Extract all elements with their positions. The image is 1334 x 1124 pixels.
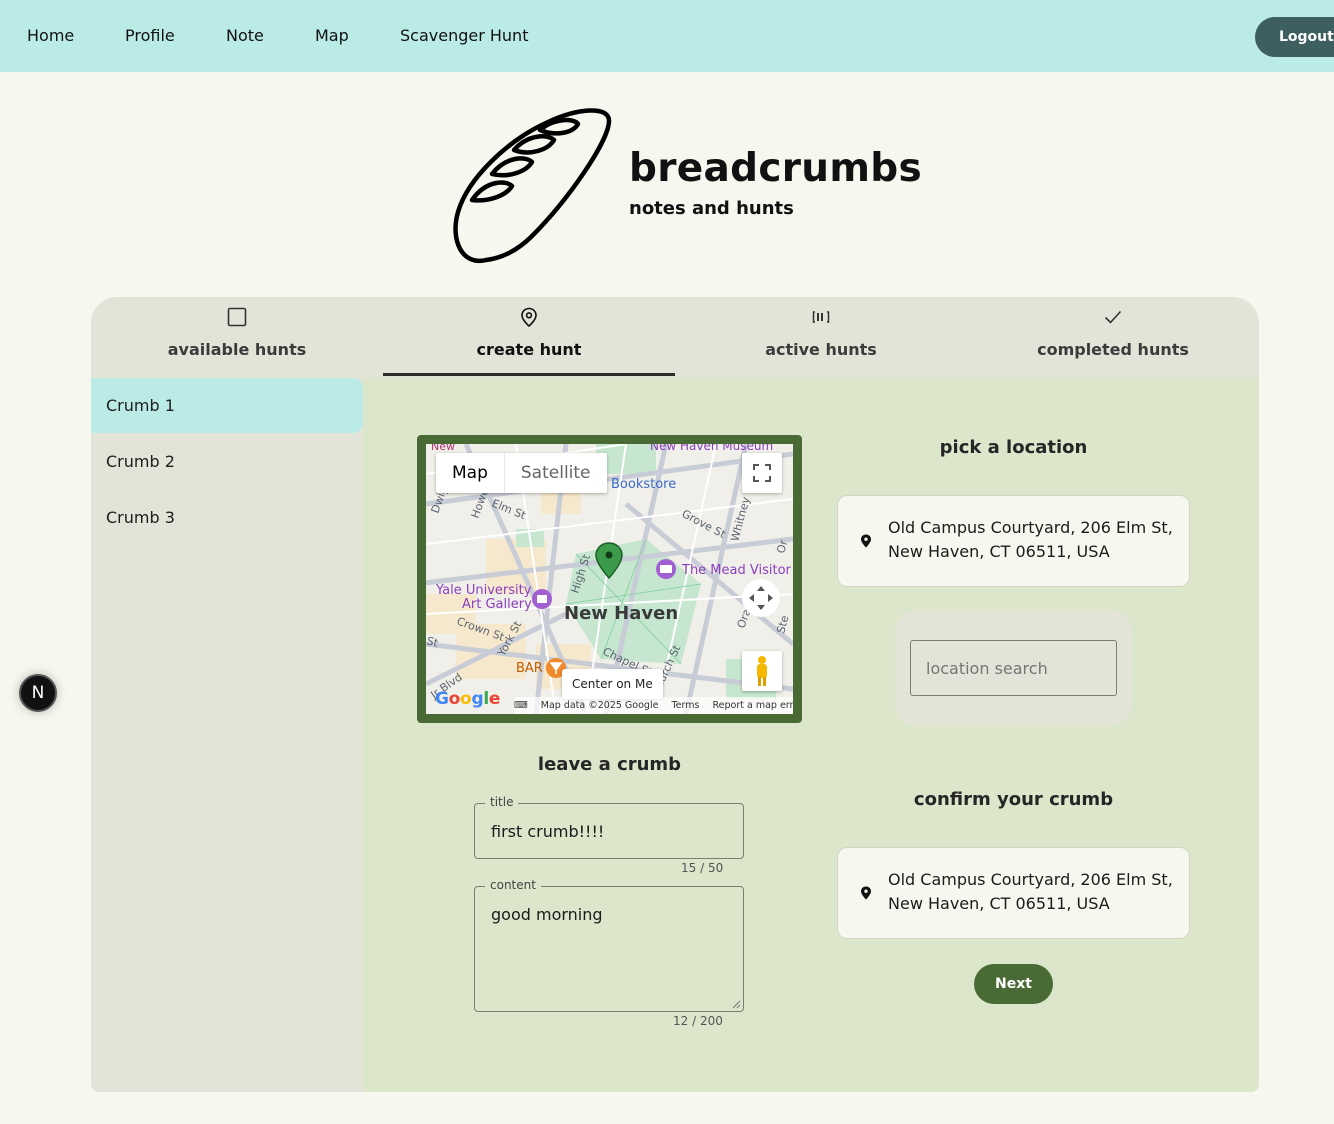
progress-icon <box>812 311 830 323</box>
map-place-label: Yale University <box>435 583 532 598</box>
map-type-satellite-button[interactable]: Satellite <box>505 453 607 493</box>
map-city-label: New Haven <box>564 603 678 624</box>
resize-grip-icon[interactable] <box>732 1000 741 1009</box>
camera-icon <box>656 559 676 579</box>
logout-button[interactable]: Logout <box>1255 17 1334 57</box>
title-field-label: title <box>485 795 519 809</box>
confirm-crumb-heading: confirm your crumb <box>913 789 1114 810</box>
center-on-me-button[interactable]: Center on Me <box>562 669 663 699</box>
map-widget[interactable]: Howe St Elm St Grove St Whitney High St … <box>417 435 802 723</box>
location-search-container <box>895 610 1132 726</box>
nav-map-link[interactable]: Map <box>315 26 349 45</box>
title-char-counter: 15 / 50 <box>681 861 724 875</box>
map-type-toggle: Map Satellite <box>436 453 607 493</box>
map-type-map-button[interactable]: Map <box>436 453 505 493</box>
map-place-label: The Mead Visitor <box>681 563 792 578</box>
confirm-location-card: Old Campus Courtyard, 206 Elm St, New Ha… <box>837 847 1190 939</box>
crumb-sidebar: Crumb 1 Crumb 2 Crumb 3 <box>91 378 363 1092</box>
nextjs-dev-badge[interactable]: N <box>19 674 57 712</box>
tab-available-hunts[interactable]: available hunts <box>91 297 383 377</box>
sidebar-item-crumb-1[interactable]: Crumb 1 <box>91 378 363 433</box>
picked-location-card: Old Campus Courtyard, 206 Elm St, New Ha… <box>837 495 1190 587</box>
nav-home-link[interactable]: Home <box>27 26 74 45</box>
tab-completed-hunts[interactable]: completed hunts <box>967 297 1259 377</box>
pegman-icon <box>757 656 767 686</box>
title-field-value[interactable]: first crumb!!!! <box>491 822 604 841</box>
map-place-label: BAR <box>516 661 543 676</box>
nav-profile-link[interactable]: Profile <box>125 26 175 45</box>
map-terms-link[interactable]: Terms <box>671 700 699 711</box>
map-place-label: New <box>431 444 455 453</box>
nav-scavenger-hunt-link[interactable]: Scavenger Hunt <box>400 26 528 45</box>
keyboard-icon[interactable]: ⌨ <box>514 700 528 711</box>
next-button[interactable]: Next <box>974 964 1053 1004</box>
nav-note-link[interactable]: Note <box>226 26 264 45</box>
confirm-location-address: Old Campus Courtyard, 206 Elm St, New Ha… <box>888 870 1173 913</box>
title-field[interactable]: title first crumb!!!! <box>474 795 744 859</box>
active-tab-indicator <box>383 373 675 376</box>
map-attribution: ⌨ Map data ©2025 Google Terms Report a m… <box>514 697 793 714</box>
map-data-text: Map data ©2025 Google <box>540 700 659 711</box>
hunt-panel: available hunts create hunt active hunts… <box>91 297 1259 1092</box>
map-pin-icon <box>521 307 537 327</box>
museum-icon <box>532 589 552 609</box>
pan-control-icon[interactable] <box>742 579 780 617</box>
fullscreen-icon <box>753 464 771 482</box>
google-logo: Google <box>435 689 501 709</box>
bread-logo-icon <box>453 108 612 264</box>
top-nav: Home Profile Note Map Scavenger Hunt Log… <box>0 0 1334 72</box>
tab-label: create hunt <box>476 340 582 359</box>
brand-subtitle: notes and hunts <box>629 198 794 219</box>
map-place-label: New Haven Museum <box>650 444 773 453</box>
pick-location-heading: pick a location <box>939 437 1088 458</box>
street-view-button[interactable] <box>742 651 782 691</box>
sidebar-item-crumb-2[interactable]: Crumb 2 <box>91 434 363 489</box>
create-crumb-form: Howe St Elm St Grove St Whitney High St … <box>363 378 1259 1092</box>
content-field-value[interactable]: good morning <box>491 905 603 924</box>
check-icon <box>1104 310 1122 324</box>
square-icon <box>227 307 247 327</box>
brand-title: breadcrumbs <box>629 146 923 191</box>
map-place-label: Art Gallery <box>462 597 532 612</box>
map-pin-icon <box>861 886 871 900</box>
leave-crumb-heading: leave a crumb <box>537 754 682 775</box>
fullscreen-button[interactable] <box>742 453 782 493</box>
map-place-label: Bookstore <box>611 477 676 492</box>
tab-create-hunt[interactable]: create hunt <box>383 297 675 377</box>
tab-label: active hunts <box>765 340 877 359</box>
report-map-error-link[interactable]: Report a map error <box>712 700 793 711</box>
tab-label: completed hunts <box>1037 340 1189 359</box>
tab-label: available hunts <box>167 340 307 359</box>
tab-active-hunts[interactable]: active hunts <box>675 297 967 377</box>
picked-location-address: Old Campus Courtyard, 206 Elm St, New Ha… <box>888 518 1173 561</box>
location-search-input[interactable] <box>910 640 1117 696</box>
content-char-counter: 12 / 200 <box>673 1014 723 1028</box>
content-field-label: content <box>485 878 541 892</box>
content-field[interactable]: content good morning <box>474 878 744 1012</box>
sidebar-item-crumb-3[interactable]: Crumb 3 <box>91 490 363 545</box>
map-pin-icon <box>861 534 871 548</box>
